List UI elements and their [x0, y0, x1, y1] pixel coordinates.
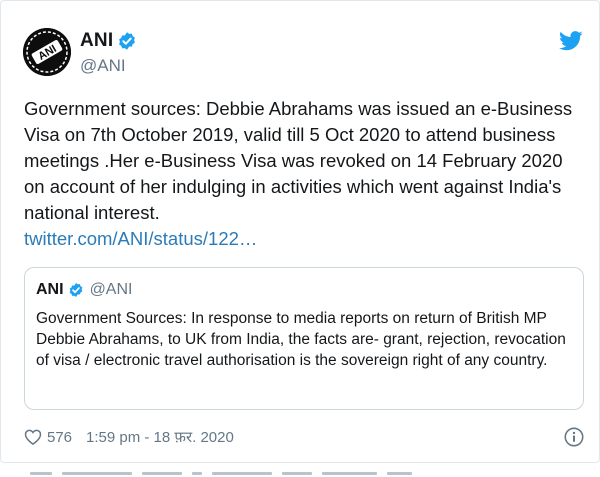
- twitter-bird-icon[interactable]: [559, 31, 583, 51]
- quoted-tweet[interactable]: ANI @ANI Government Sources: In response…: [24, 267, 584, 410]
- tweet-header: ANI ANI @ANI: [23, 26, 583, 82]
- tweet-text: Government sources: Debbie Abrahams was …: [24, 98, 573, 223]
- author-name-row[interactable]: ANI: [80, 30, 137, 52]
- like-count[interactable]: 576: [47, 429, 72, 446]
- verified-badge-icon: [117, 31, 137, 51]
- tweet-card: ANI ANI @ANI Government sources: Debbie …: [0, 0, 600, 463]
- heart-icon[interactable]: [23, 427, 43, 447]
- verified-badge-icon: [68, 282, 84, 298]
- tweet-link[interactable]: twitter.com/ANI/status/122…: [24, 226, 584, 252]
- tweet-timestamp[interactable]: 1:59 pm - 18 फ़र. 2020: [86, 427, 234, 447]
- quoted-tweet-header: ANI @ANI: [36, 281, 132, 299]
- tweet-body: Government sources: Debbie Abrahams was …: [24, 96, 584, 252]
- author-handle[interactable]: @ANI: [80, 56, 126, 76]
- quoted-author-handle: @ANI: [89, 281, 133, 298]
- tweet-footer: 576 1:59 pm - 18 फ़र. 2020: [23, 425, 585, 449]
- info-icon[interactable]: [563, 426, 585, 448]
- ani-logo-icon: ANI: [23, 28, 71, 76]
- quoted-author-name: ANI: [36, 281, 64, 298]
- quoted-tweet-text: Government Sources: In response to media…: [36, 310, 566, 369]
- author-name[interactable]: ANI: [80, 30, 113, 52]
- cropped-text-fragment: [0, 463, 600, 477]
- avatar[interactable]: ANI: [23, 28, 71, 76]
